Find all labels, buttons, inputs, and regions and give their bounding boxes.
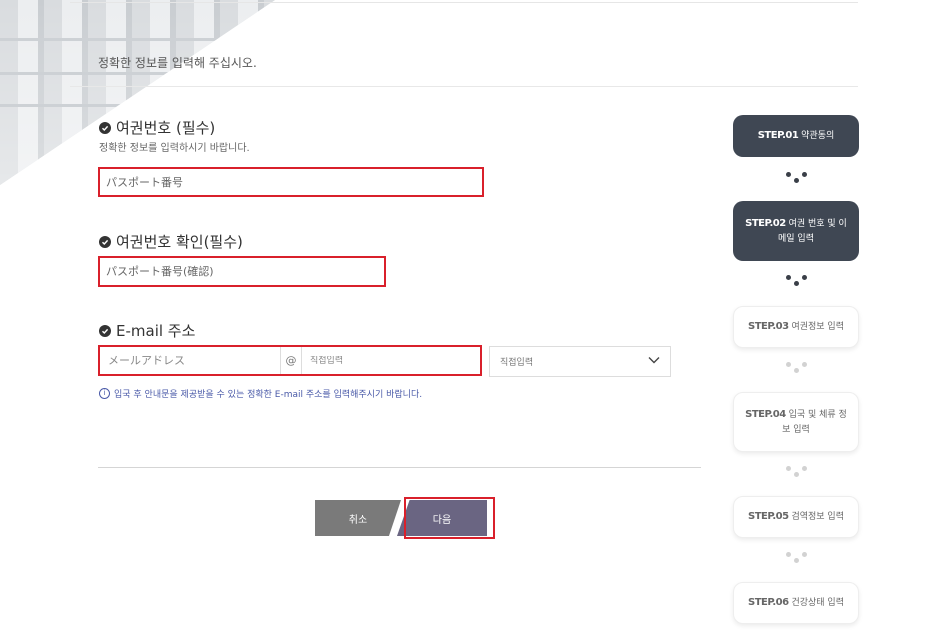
step-02-label: 여권 번호 및 이메일 입력 [778, 218, 847, 244]
step-03: STEP.03 여권정보 입력 [733, 306, 859, 348]
step-05-label: 검역정보 입력 [791, 512, 844, 522]
step-connector-dots [786, 362, 808, 374]
email-notice: i 입국 후 안내문을 제공받을 수 있는 정확한 E-mail 주소를 입력해… [99, 387, 422, 400]
check-circle-icon [99, 235, 111, 248]
email-local-wrapper [100, 347, 281, 374]
passport-confirm-title-label: 여권번호 확인(필수) [116, 233, 243, 251]
chevron-down-icon [648, 356, 660, 367]
email-domain-input[interactable] [302, 355, 480, 366]
top-divider [70, 2, 858, 3]
step-04-code: STEP.04 [745, 408, 786, 420]
passport-confirm-input-box[interactable] [98, 256, 386, 287]
email-title-label: E-mail 주소 [116, 322, 196, 340]
passport-title-label: 여권번호 (필수) [116, 119, 216, 137]
step-01-label: 약관동의 [801, 131, 835, 141]
step-connector-dots [786, 275, 808, 287]
background-photo [0, 0, 275, 185]
at-symbol: @ [281, 347, 302, 374]
email-domain-select[interactable]: 직접입력 [489, 346, 671, 377]
step-03-code: STEP.03 [748, 321, 789, 332]
passport-confirm-title: 여권번호 확인(필수) [99, 231, 243, 252]
check-circle-icon [99, 121, 111, 134]
step-connector-dots [786, 552, 808, 564]
step-connector-dots [786, 466, 808, 478]
email-domain-select-value: 직접입력 [500, 358, 534, 368]
step-06-label: 건강상태 입력 [791, 598, 844, 608]
step-03-label: 여권정보 입력 [791, 322, 844, 332]
email-notice-text: 입국 후 안내문을 제공받을 수 있는 정확한 E-mail 주소를 입력해주시… [114, 390, 423, 400]
cancel-button[interactable]: 취소 [315, 500, 401, 536]
step-01-code: STEP.01 [757, 130, 799, 141]
email-input-group: @ [98, 345, 482, 376]
step-02-code: STEP.02 [745, 217, 786, 229]
passport-input-box[interactable] [98, 167, 484, 197]
passport-hint: 정확한 정보를 입력하시기 바랍니다. [99, 143, 250, 154]
intro-divider [70, 86, 858, 87]
next-button[interactable]: 다음 [397, 500, 487, 536]
step-02: STEP.02 여권 번호 및 이메일 입력 [733, 201, 859, 261]
step-06-code: STEP.06 [748, 597, 789, 608]
step-05: STEP.05 검역정보 입력 [733, 496, 859, 538]
passport-confirm-input[interactable] [100, 265, 384, 278]
step-04-label: 입국 및 체류 정보 입력 [782, 409, 847, 435]
step-06: STEP.06 건강상태 입력 [733, 582, 859, 624]
email-title: E-mail 주소 [99, 320, 195, 341]
step-05-code: STEP.05 [748, 511, 789, 522]
info-icon: i [99, 388, 110, 399]
form-divider [98, 467, 701, 468]
step-04: STEP.04 입국 및 체류 정보 입력 [733, 392, 859, 452]
step-connector-dots [786, 172, 808, 184]
email-local-input[interactable] [100, 354, 280, 367]
intro-text: 정확한 정보를 입력해 주십시오. [98, 56, 257, 70]
check-circle-icon [99, 324, 111, 337]
passport-title: 여권번호 (필수) [99, 117, 215, 138]
passport-input[interactable] [100, 175, 482, 189]
step-01: STEP.01 약관동의 [733, 115, 859, 157]
email-domain-wrapper [302, 347, 480, 374]
